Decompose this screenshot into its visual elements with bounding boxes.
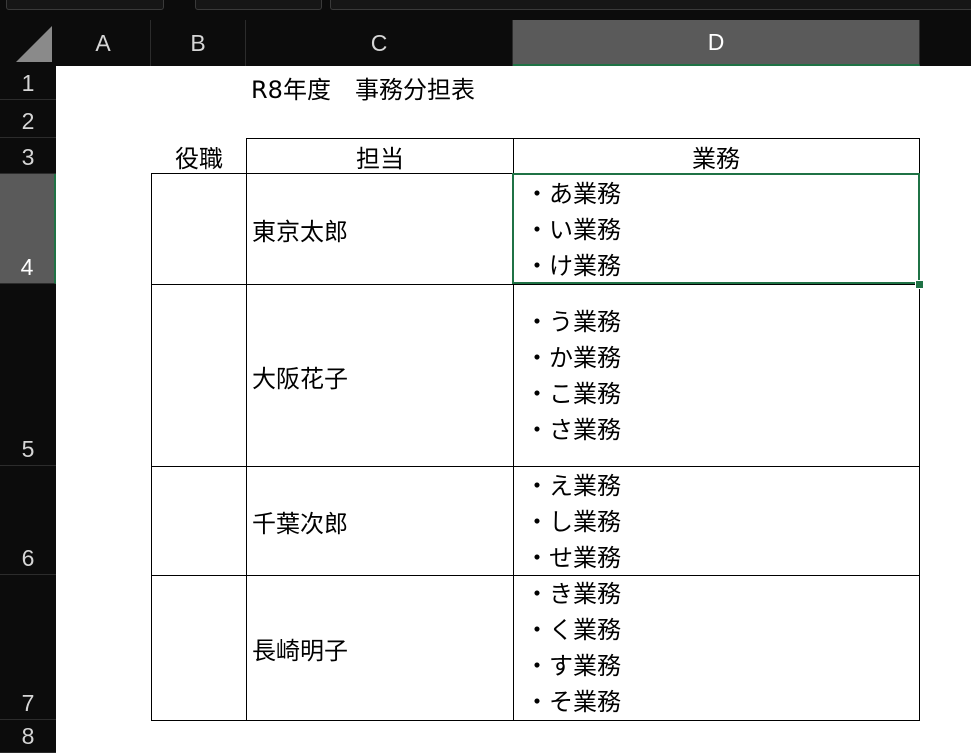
row-header-3[interactable]: 3: [0, 138, 56, 174]
duties-cell-4[interactable]: ・き業務 ・く業務 ・す業務 ・そ業務: [513, 575, 920, 721]
person-cell-4[interactable]: 長崎明子: [246, 575, 514, 721]
row-header-5[interactable]: 5: [0, 284, 56, 466]
duty-item: ・く業務: [525, 616, 621, 644]
duty-item: ・さ業務: [525, 416, 621, 444]
duty-item: ・そ業務: [525, 688, 621, 716]
duty-item: ・し業務: [525, 507, 621, 536]
select-all-button[interactable]: [0, 20, 56, 66]
duty-item: ・け業務: [525, 251, 621, 280]
column-header-b[interactable]: B: [151, 20, 246, 66]
duty-item: ・す業務: [525, 652, 621, 680]
function-button[interactable]: [195, 0, 322, 10]
duties-cell-2[interactable]: ・う業務 ・か業務 ・こ業務 ・さ業務: [513, 284, 920, 467]
duties-cell-3[interactable]: ・え業務 ・し業務 ・せ業務: [513, 466, 920, 576]
sheet-title[interactable]: R8年度 事務分担表: [251, 70, 475, 105]
column-header-a[interactable]: A: [56, 20, 151, 66]
header-role[interactable]: 役職: [151, 138, 247, 174]
header-person[interactable]: 担当: [246, 138, 514, 174]
fill-handle[interactable]: [915, 280, 924, 289]
role-cell-3[interactable]: [151, 466, 247, 576]
duty-item: ・あ業務: [525, 179, 621, 208]
duty-item: ・え業務: [525, 471, 621, 500]
duty-item: ・こ業務: [525, 380, 621, 408]
column-header-d[interactable]: D: [513, 20, 920, 66]
row-header-8[interactable]: 8: [0, 720, 56, 753]
row-header-4[interactable]: 4: [0, 174, 56, 284]
duties-cell-1[interactable]: ・あ業務 ・い業務 ・け業務: [513, 173, 920, 285]
duty-item: ・き業務: [525, 580, 621, 608]
duty-item: ・か業務: [525, 344, 621, 372]
name-box[interactable]: [6, 0, 164, 10]
role-cell-4[interactable]: [151, 575, 247, 721]
duty-item: ・せ業務: [525, 543, 621, 572]
role-cell-2[interactable]: [151, 284, 247, 467]
person-cell-2[interactable]: 大阪花子: [246, 284, 514, 467]
duty-item: ・う業務: [525, 308, 621, 336]
person-cell-1[interactable]: 東京太郎: [246, 173, 514, 285]
role-cell-1[interactable]: [151, 173, 247, 285]
row-header-1[interactable]: 1: [0, 66, 56, 100]
column-header-c[interactable]: C: [246, 20, 513, 66]
row-header-7[interactable]: 7: [0, 575, 56, 720]
person-cell-3[interactable]: 千葉次郎: [246, 466, 514, 576]
duty-item: ・い業務: [525, 215, 621, 244]
header-duties[interactable]: 業務: [513, 138, 920, 174]
formula-input[interactable]: [330, 0, 971, 10]
formula-bar-area: [0, 0, 971, 20]
row-header-6[interactable]: 6: [0, 466, 56, 575]
select-all-triangle-icon: [16, 26, 52, 62]
row-header-2[interactable]: 2: [0, 100, 56, 138]
